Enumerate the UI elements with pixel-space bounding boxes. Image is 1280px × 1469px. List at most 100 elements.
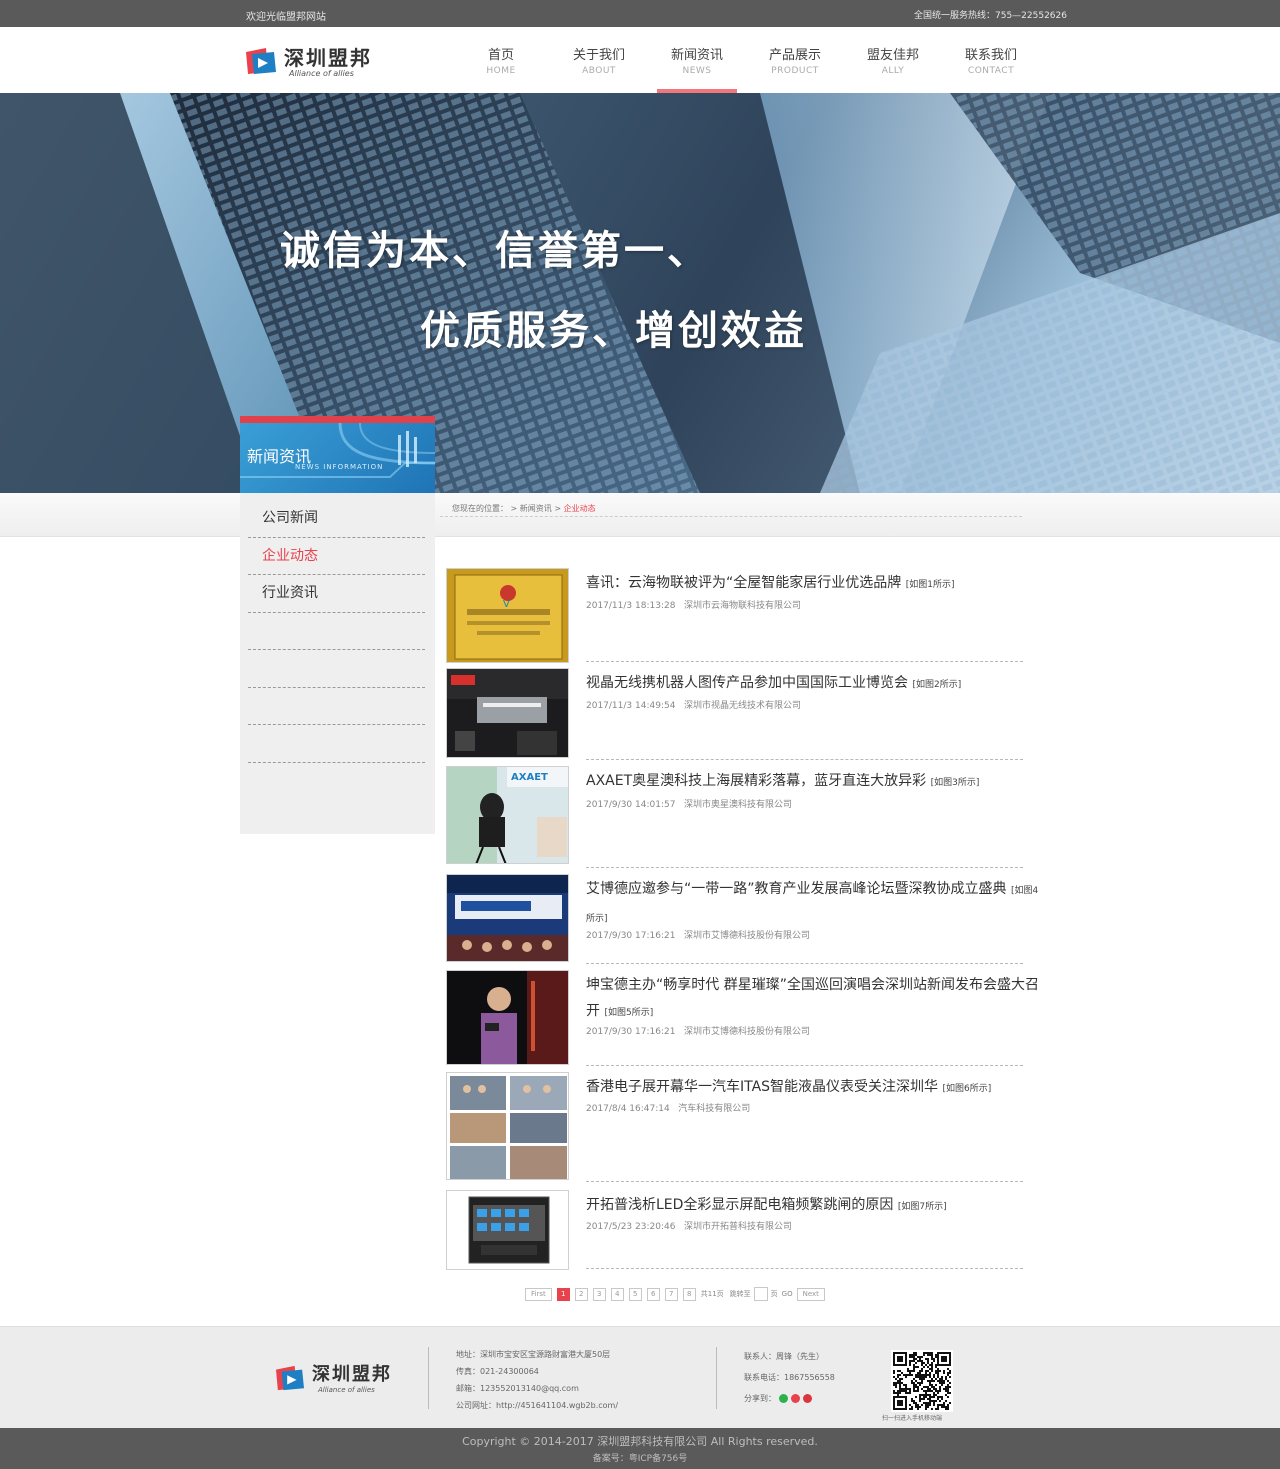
logo-play-icon xyxy=(276,1365,304,1391)
weibo-share-icon[interactable] xyxy=(791,1394,800,1403)
nav-item-product[interactable]: 产品展示 PRODUCT xyxy=(746,27,844,93)
breadcrumb: 您现在的位置： > 新闻资讯 > 企业动态 xyxy=(452,503,596,514)
news-thumbnail[interactable] xyxy=(446,1072,569,1180)
news-meta: 2017/9/30 17:16:21 深圳市艾博德科技股份有限公司 xyxy=(586,1024,810,1037)
news-figure-tag: [如图6所示] xyxy=(942,1084,992,1094)
news-divider xyxy=(586,963,1023,964)
news-divider xyxy=(586,1181,1023,1182)
welcome-text: 欢迎光临盟邦网站 xyxy=(246,12,326,23)
site-header: 深圳盟邦 Alliance of allies 首页 HOME 关于我们 ABOUT 新… xyxy=(0,27,1280,93)
news-divider xyxy=(586,661,1023,662)
page-number-button[interactable]: 4 xyxy=(610,1287,624,1301)
nav-label-en: CONTACT xyxy=(967,66,1015,76)
wechat-share-icon[interactable] xyxy=(779,1394,788,1403)
skyscraper-background-image xyxy=(0,93,1280,493)
news-company: 深圳市视晶无线技术有限公司 xyxy=(684,701,802,711)
nav-label-en: NEWS xyxy=(682,66,712,76)
press-conference-image xyxy=(447,971,568,1064)
first-page-button[interactable]: First xyxy=(525,1287,552,1301)
nav-item-home[interactable]: 首页 HOME xyxy=(452,27,550,93)
nav-item-contact[interactable]: 联系我们 CONTACT xyxy=(942,27,1040,93)
breadcrumb-current: 企业动态 xyxy=(563,504,596,513)
goto-unit: 页 xyxy=(770,1290,778,1298)
footer-logo: 深圳盟邦 Alliance of allies xyxy=(274,1357,404,1397)
svg-text:V: V xyxy=(503,599,510,610)
news-title-text[interactable]: 开拓普浅析LED全彩显示屏配电箱频繁跳闸的原因 xyxy=(586,1197,893,1213)
news-meta: 2017/11/3 18:13:28 深圳市云海物联科技有限公司 xyxy=(586,598,801,611)
breadcrumb-link-news[interactable]: 新闻资讯 xyxy=(520,504,552,513)
nav-label: 产品展示 xyxy=(768,48,821,63)
group-photo-collage-image xyxy=(447,1073,568,1179)
page-number-button[interactable]: 3 xyxy=(592,1287,606,1301)
news-title[interactable]: AXAET奥星澳科技上海展精彩落幕，蓝牙直连大放异彩 [如图3所示] xyxy=(586,768,1041,796)
news-company: 深圳市艾博德科技股份有限公司 xyxy=(684,1027,811,1037)
sidebar-item[interactable]: 企业动态 xyxy=(248,538,425,575)
news-meta: 2017/8/4 16:47:14 汽车科技有限公司 xyxy=(586,1101,750,1114)
expo-booth-image xyxy=(447,669,568,757)
news-meta: 2017/5/23 23:20:46 深圳市开拓普科技有限公司 xyxy=(586,1219,792,1232)
site-logo[interactable]: 深圳盟邦 Alliance of allies xyxy=(244,42,384,82)
footer-phone: 联系电话：1867556558 xyxy=(744,1373,835,1382)
news-title-text[interactable]: 视晶无线携机器人图传产品参加中国国际工业博览会 xyxy=(586,675,908,691)
news-thumbnail[interactable]: AXAET xyxy=(446,766,569,864)
page-number-button[interactable]: 8 xyxy=(682,1287,696,1301)
logo-text: 深圳盟邦 xyxy=(284,46,372,70)
qr-caption: 扫一扫进入手机移动端 xyxy=(882,1415,943,1422)
conference-stage-image xyxy=(447,875,568,961)
go-button[interactable]: GO xyxy=(782,1290,793,1298)
news-figure-tag: [如图7所示] xyxy=(897,1202,947,1212)
news-thumbnail[interactable] xyxy=(446,668,569,758)
news-title[interactable]: 开拓普浅析LED全彩显示屏配电箱频繁跳闸的原因 [如图7所示] xyxy=(586,1192,1041,1220)
total-pages-text: 共11页 xyxy=(700,1290,724,1298)
news-meta: 2017/9/30 17:16:21 深圳市艾博德科技股份有限公司 xyxy=(586,928,810,941)
page-number-button[interactable]: 7 xyxy=(664,1287,678,1301)
next-page-button[interactable]: Next xyxy=(796,1287,825,1301)
nav-label-en: HOME xyxy=(486,66,516,76)
pagination: First 12345678 共11页 跳转至 页 GO Next xyxy=(525,1287,830,1301)
news-title-text[interactable]: 喜讯：云海物联被评为“全屋智能家居行业优选品牌 xyxy=(586,575,901,591)
news-thumbnail[interactable] xyxy=(446,874,569,962)
share-bar: 分享到： xyxy=(744,1388,812,1409)
footer-contact-info: 联系人：周锋（先生） 联系电话：1867556558 分享到： xyxy=(744,1346,835,1409)
news-company: 深圳市艾博德科技股份有限公司 xyxy=(684,931,811,941)
news-thumbnail[interactable] xyxy=(446,1190,569,1270)
news-date: 2017/8/4 16:47:14 xyxy=(586,1104,670,1114)
news-company: 深圳市云海物联科技有限公司 xyxy=(684,601,802,611)
news-title-text[interactable]: 坤宝德主办“畅享时代 群星璀璨”全国巡回演唱会深圳站新闻发布会盛大召开 xyxy=(586,977,1039,1019)
news-title-text[interactable]: 艾博德应邀参与“一带一路”教育产业发展高峰论坛暨深教协成立盛典 xyxy=(586,881,1007,897)
logo-play-icon xyxy=(246,48,276,74)
footer-logo-subtitle: Alliance of allies xyxy=(318,1386,375,1394)
share-label: 分享到： xyxy=(744,1394,776,1403)
sidebar-item[interactable]: 公司新闻 xyxy=(248,500,425,538)
news-title[interactable]: 喜讯：云海物联被评为“全屋智能家居行业优选品牌 [如图1所示] xyxy=(586,570,1041,598)
sidebar-item[interactable]: 行业资讯 xyxy=(248,575,425,613)
award-certificate-image: V xyxy=(447,569,568,662)
news-thumbnail[interactable]: V xyxy=(446,568,569,663)
nav-item-news[interactable]: 新闻资讯 NEWS xyxy=(648,27,746,93)
page-number-button[interactable]: 2 xyxy=(574,1287,588,1301)
goto-page-input[interactable] xyxy=(753,1287,768,1301)
page-number-button[interactable]: 1 xyxy=(556,1287,570,1301)
page-number-button[interactable]: 5 xyxy=(628,1287,642,1301)
copyright-text: Copyright © 2014-2017 深圳盟邦科技有限公司 All Rig… xyxy=(462,1435,818,1448)
news-title[interactable]: 香港电子展开幕华一汽车ITAS智能液晶仪表受关注深圳华 [如图6所示] xyxy=(586,1074,1041,1102)
news-title-text[interactable]: 香港电子展开幕华一汽车ITAS智能液晶仪表受关注深圳华 xyxy=(586,1079,938,1095)
news-date: 2017/9/30 17:16:21 xyxy=(586,1027,676,1037)
main-nav: 首页 HOME 关于我们 ABOUT 新闻资讯 NEWS 产品展示 PRODUCT 盟友佳邦 AL… xyxy=(452,27,1040,93)
sidebar-menu: 公司新闻 企业动态 行业资讯 xyxy=(248,500,425,763)
page-number-button[interactable]: 6 xyxy=(646,1287,660,1301)
nav-label-en: ALLY xyxy=(881,66,905,76)
news-divider xyxy=(586,759,1023,760)
news-thumbnail[interactable] xyxy=(446,970,569,1065)
news-title[interactable]: 艾博德应邀参与“一带一路”教育产业发展高峰论坛暨深教协成立盛典 [如图4所示] xyxy=(586,876,1041,932)
footer-website[interactable]: 公司网址：http://451641104.wgb2b.com/ xyxy=(456,1397,618,1414)
news-figure-tag: [如图5所示] xyxy=(604,1008,654,1018)
nav-item-ally[interactable]: 盟友佳邦 ALLY xyxy=(844,27,942,93)
news-title-text[interactable]: AXAET奥星澳科技上海展精彩落幕，蓝牙直连大放异彩 xyxy=(586,773,926,789)
news-title[interactable]: 视晶无线携机器人图传产品参加中国国际工业博览会 [如图2所示] xyxy=(586,670,1041,698)
footer-fax: 传真：021-24300064 xyxy=(456,1367,539,1376)
qzone-share-icon[interactable] xyxy=(803,1394,812,1403)
news-title[interactable]: 坤宝德主办“畅享时代 群星璀璨”全国巡回演唱会深圳站新闻发布会盛大召开 [如图5… xyxy=(586,972,1041,1026)
news-divider xyxy=(586,1268,1023,1269)
nav-item-about[interactable]: 关于我们 ABOUT xyxy=(550,27,648,93)
